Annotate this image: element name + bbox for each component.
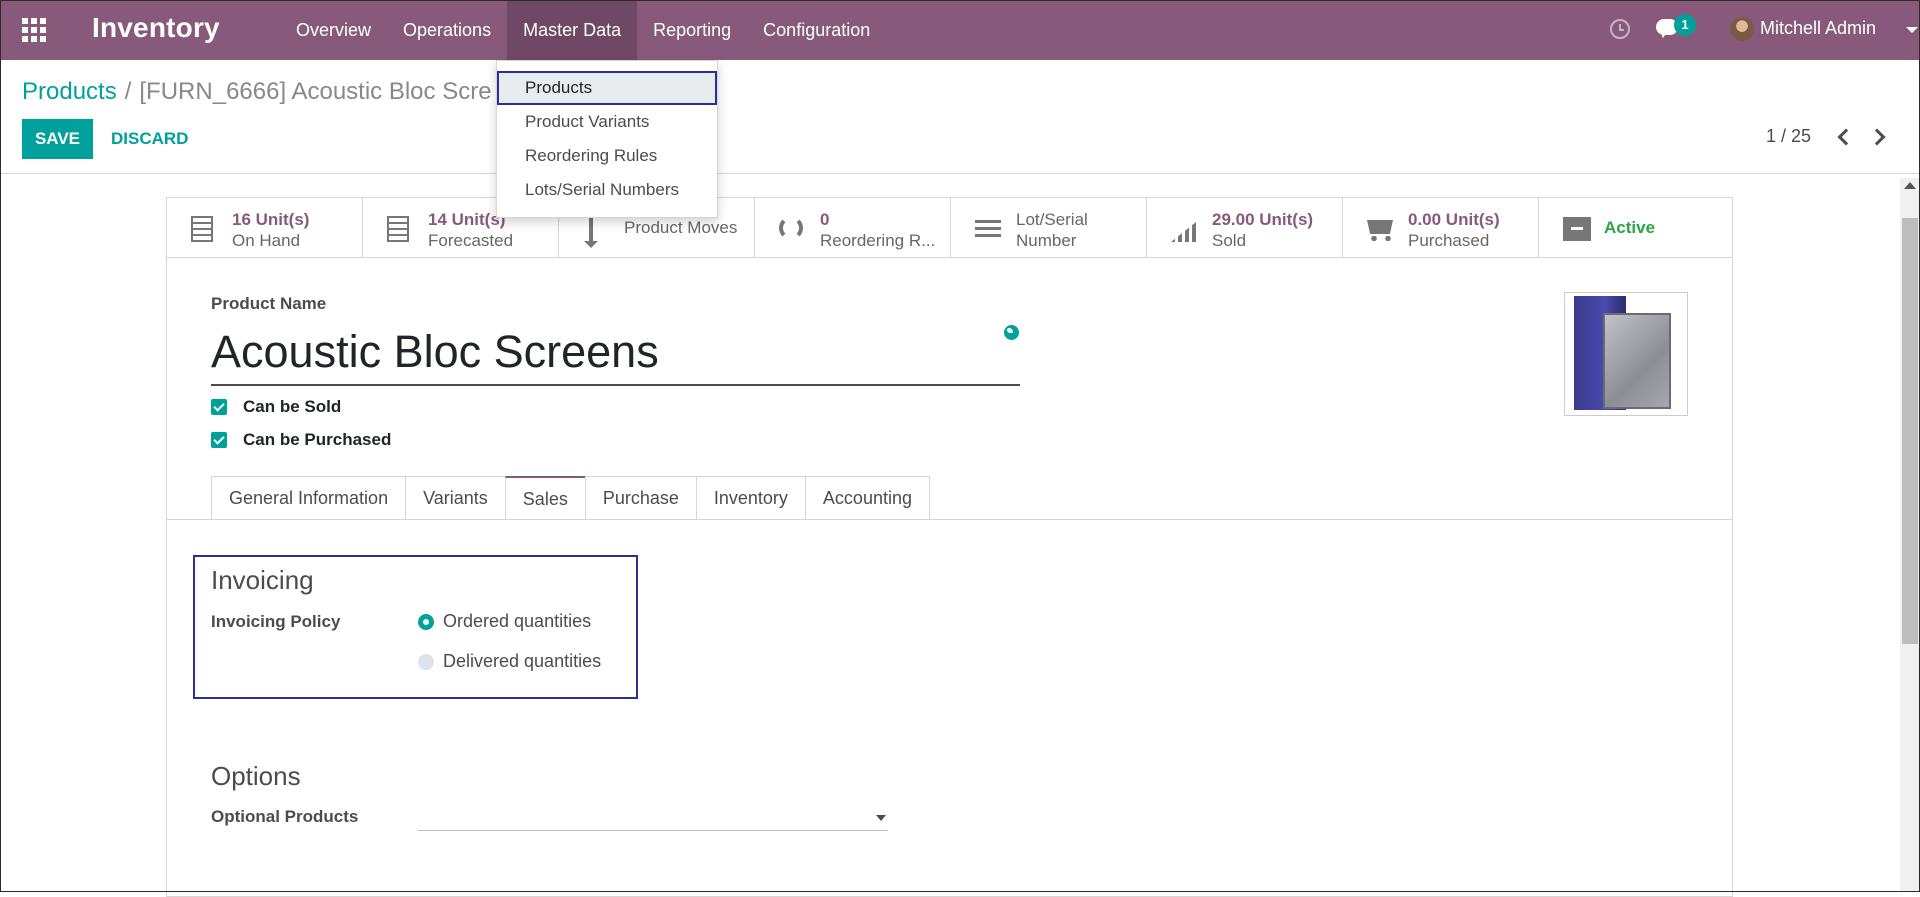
optional-products-input[interactable] [418,830,888,831]
can-be-sold-checkbox[interactable] [211,399,227,415]
delivered-quantities-radio[interactable] [418,654,434,670]
tab-purchase[interactable]: Purchase [584,476,697,519]
invoicing-title: Invoicing [211,565,314,595]
dropdown-item-product-variants[interactable]: Product Variants [497,105,717,139]
breadcrumb-separator: / [124,78,132,105]
apps-grid-icon[interactable] [22,18,46,42]
product-name-underline [211,384,1020,386]
ordered-quantities-label[interactable]: Ordered quantities [443,611,591,632]
lot-serial-button[interactable]: Lot/Serial Number [951,198,1147,258]
product-image[interactable] [1564,292,1688,416]
active-label: Active [1604,218,1656,237]
breadcrumb: Products / [FURN_6666] Acoustic Bloc Scre [22,78,492,106]
sold-value: 29.00 Unit(s) [1212,210,1314,229]
reordering-label: Reordering R... [820,231,936,250]
invoicing-policy-label: Invoicing Policy [211,612,341,631]
optional-products-label: Optional Products [211,807,359,826]
on-hand-value: 16 Unit(s) [232,210,310,229]
menu-reporting[interactable]: Reporting [637,0,747,60]
top-navbar: Inventory Overview Operations Master Dat… [0,0,1920,60]
forecasted-label: Forecasted [428,231,514,250]
smart-buttons-bar: 16 Unit(s) On Hand 14 Unit(s) Forecasted P… [167,198,1732,258]
on-hand-label: On Hand [232,231,301,250]
on-hand-button[interactable]: 16 Unit(s) On Hand [167,198,363,258]
can-be-purchased-label: Can be Purchased [243,430,392,449]
pager-value[interactable]: 1 / 25 [1766,126,1811,147]
building-icon [191,216,213,242]
menu-operations[interactable]: Operations [387,0,507,60]
scrollbar-thumb[interactable] [1902,218,1918,644]
master-data-dropdown: Products Product Variants Reordering Rul… [496,60,718,218]
active-toggle-button[interactable]: Active [1539,198,1732,258]
user-menu[interactable]: Mitchell Admin [1760,18,1876,39]
purchased-button[interactable]: 0.00 Unit(s) Purchased [1343,198,1539,258]
sold-label: Sold [1212,231,1247,250]
can-be-purchased-checkbox[interactable] [211,432,227,448]
scroll-up-arrow-icon[interactable] [1904,182,1916,189]
delivered-quantities-label[interactable]: Delivered quantities [443,651,601,672]
tab-general-information[interactable]: General Information [211,476,407,519]
main-menu: Overview Operations Master Data Reportin… [280,0,886,60]
lot-serial-label: Lot/Serial [1016,210,1088,229]
reordering-rules-button[interactable]: 0 Reordering R... [755,198,951,258]
refresh-icon [779,216,803,240]
cart-icon [1367,220,1393,234]
caret-down-icon[interactable] [876,815,886,821]
list-icon [975,219,1001,241]
tab-sales[interactable]: Sales [504,476,586,520]
menu-configuration[interactable]: Configuration [747,0,886,60]
breadcrumb-current: [FURN_6666] Acoustic Bloc Scre [139,78,492,105]
reordering-value: 0 [820,210,830,229]
options-title: Options [211,761,301,791]
ordered-quantities-radio[interactable] [418,614,434,630]
tab-accounting[interactable]: Accounting [804,476,930,519]
cart-wheels-icon [1371,236,1391,241]
lot-serial-label-2: Number [1016,231,1077,250]
archive-icon [1563,217,1591,241]
menu-overview[interactable]: Overview [280,0,387,60]
product-moves-label: Product Moves [624,218,738,237]
save-button[interactable]: SAVE [22,119,93,159]
form-tabs: General Information Variants Sales Purch… [211,476,930,520]
globe-translate-icon[interactable] [1004,325,1019,340]
building-icon [387,216,409,242]
app-brand[interactable]: Inventory [92,12,220,44]
sold-button[interactable]: 29.00 Unit(s) Sold [1147,198,1343,258]
signal-icon [1171,218,1201,242]
dropdown-item-lots-serial-numbers[interactable]: Lots/Serial Numbers [497,173,717,207]
dropdown-item-reordering-rules[interactable]: Reordering Rules [497,139,717,173]
discard-button[interactable]: DISCARD [111,119,188,159]
can-be-sold-label: Can be Sold [243,397,342,416]
tab-inventory[interactable]: Inventory [695,476,806,519]
dropdown-item-products[interactable]: Products [497,71,717,105]
control-panel-divider [0,173,1920,174]
avatar[interactable] [1730,17,1754,41]
caret-down-icon[interactable] [1906,27,1918,33]
purchased-label: Purchased [1408,231,1490,250]
breadcrumb-products-link[interactable]: Products [22,78,117,105]
purchased-value: 0.00 Unit(s) [1408,210,1500,229]
activity-clock-icon[interactable] [1610,19,1630,39]
chevron-left-icon[interactable] [1837,128,1855,146]
grey-panel-shape [1603,313,1671,409]
arrows-vertical-icon [584,210,598,248]
chat-count-badge[interactable]: 1 [1674,14,1696,36]
chevron-right-icon[interactable] [1868,128,1886,146]
tabs-divider [167,519,1732,520]
tab-variants[interactable]: Variants [405,476,506,519]
product-name-input[interactable]: Acoustic Bloc Screens [211,326,659,378]
product-name-label: Product Name [211,294,327,313]
form-sheet [166,197,1733,897]
menu-master-data[interactable]: Master Data [507,0,638,60]
